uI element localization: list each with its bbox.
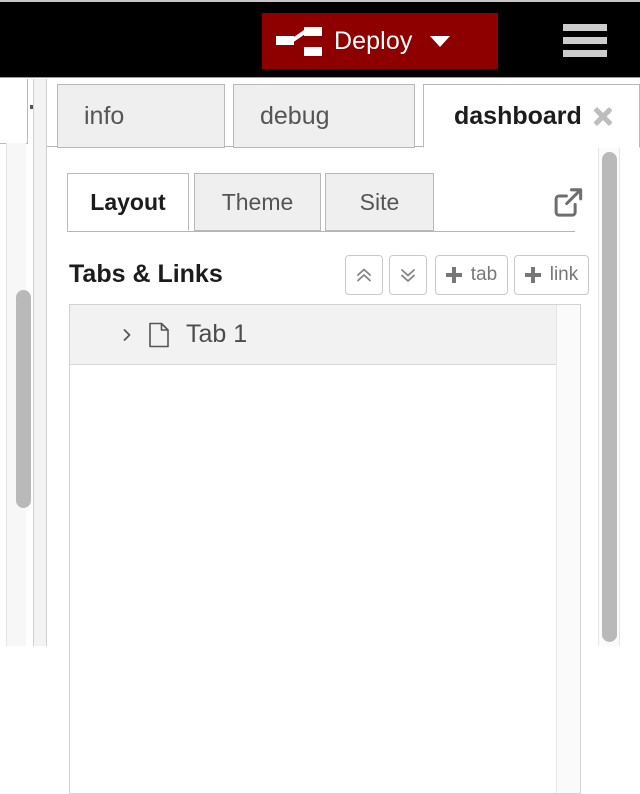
hamburger-bar-2	[563, 37, 607, 44]
sidebar-resize-handle[interactable]	[33, 79, 47, 646]
sidebar-tab-dashboard-label: dashboard	[454, 101, 582, 130]
sidebar-panel: info debug dashboard Layout Theme Site T…	[47, 79, 640, 794]
add-link-label: link	[549, 264, 579, 285]
plus-icon	[524, 267, 541, 283]
chevron-down-icon[interactable]	[430, 35, 451, 47]
plus-icon	[445, 267, 462, 283]
add-tab-label: tab	[470, 264, 498, 285]
tabs-links-header: Tabs & Links tab link	[47, 252, 598, 306]
sidebar-tab-strip: info debug dashboard	[47, 79, 640, 148]
tabs-links-list: Tab 1	[69, 304, 581, 794]
double-chevron-up-icon	[357, 268, 371, 282]
hamburger-menu-icon[interactable]	[563, 24, 607, 58]
tabs-list-scrollbar-track[interactable]	[556, 305, 580, 793]
add-link-button[interactable]: link	[514, 255, 589, 295]
dashboard-panel-tab-strip: Layout Theme Site	[67, 173, 583, 232]
double-chevron-down-icon	[401, 269, 415, 282]
dashboard-pane: Layout Theme Site Tabs & Links tab link …	[47, 148, 598, 794]
sidebar-scrollbar-thumb[interactable]	[602, 152, 617, 642]
collapse-all-button[interactable]	[345, 255, 383, 295]
tab-site[interactable]: Site	[325, 173, 434, 231]
deploy-button[interactable]: Deploy	[262, 13, 498, 69]
add-flow-button[interactable]	[0, 79, 28, 144]
tab-site-label: Site	[359, 188, 400, 215]
hamburger-bar-3	[563, 50, 607, 57]
tab-theme-label: Theme	[221, 188, 294, 215]
sidebar-tab-info[interactable]: info	[57, 84, 225, 148]
section-title: Tabs & Links	[69, 260, 223, 288]
sidebar-tab-debug-label: debug	[260, 101, 330, 130]
hamburger-bar-1	[563, 24, 607, 31]
external-link-icon[interactable]	[549, 183, 587, 221]
app-header: Deploy	[0, 0, 640, 78]
workspace-scrollbar-track[interactable]	[6, 143, 31, 646]
deploy-icon	[276, 27, 322, 56]
expand-all-button[interactable]	[389, 255, 427, 295]
tab-theme[interactable]: Theme	[194, 173, 321, 231]
file-icon	[149, 322, 169, 347]
tab-layout-label: Layout	[90, 188, 166, 215]
workspace-scrollbar-thumb[interactable]	[16, 290, 31, 508]
chevron-right-icon[interactable]	[120, 328, 134, 342]
add-tab-button[interactable]: tab	[435, 255, 508, 295]
list-item[interactable]: Tab 1	[70, 305, 557, 365]
sidebar-tab-info-label: info	[84, 101, 125, 130]
deploy-label: Deploy	[334, 26, 413, 55]
tab-layout[interactable]: Layout	[67, 173, 189, 231]
list-item-label: Tab 1	[186, 320, 248, 348]
close-icon[interactable]	[592, 105, 614, 127]
sidebar-tab-debug[interactable]: debug	[233, 84, 415, 148]
